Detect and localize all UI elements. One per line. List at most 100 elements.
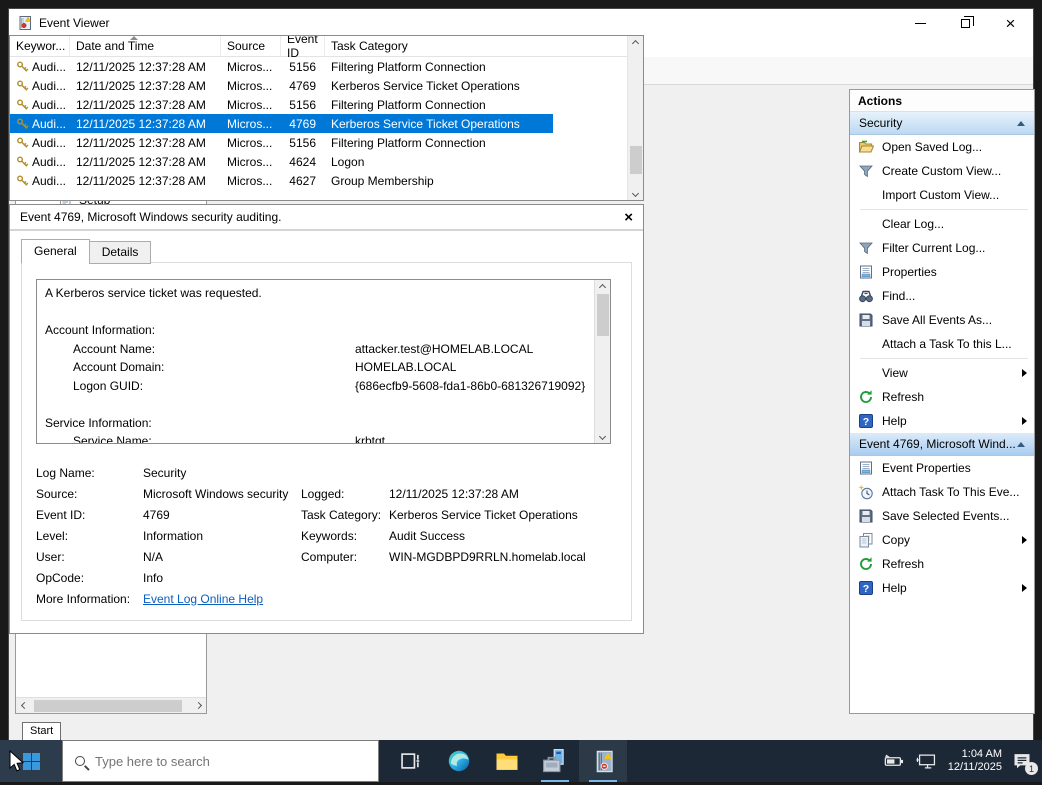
event-viewer-icon xyxy=(591,749,616,774)
column-header-date[interactable]: Date and Time xyxy=(70,36,221,56)
event-description-box[interactable]: A Kerberos service ticket was requested.… xyxy=(36,279,611,444)
action-clear-log[interactable]: Clear Log... xyxy=(850,212,1034,236)
minimize-button[interactable] xyxy=(898,9,943,37)
action-help[interactable]: Help xyxy=(850,409,1034,433)
action-help-event[interactable]: Help xyxy=(850,576,1034,600)
search-input[interactable] xyxy=(95,753,335,769)
event-row-selected[interactable]: Audi... 12/11/2025 12:37:28 AM Micros...… xyxy=(10,114,553,133)
action-create-custom-view[interactable]: Create Custom View... xyxy=(850,159,1034,183)
server-manager-button[interactable] xyxy=(531,740,579,782)
scroll-down-arrow[interactable] xyxy=(628,186,644,200)
section-header-label: Event 4769, Microsoft Wind... xyxy=(859,437,1016,451)
column-header-source[interactable]: Source xyxy=(221,36,281,56)
titlebar[interactable]: Event Viewer × xyxy=(9,9,1033,37)
action-view[interactable]: View xyxy=(850,361,1034,385)
task-clock-icon xyxy=(858,484,874,500)
scroll-right-arrow[interactable] xyxy=(190,699,206,713)
action-attach-task-to-log[interactable]: Attach a Task To this L... xyxy=(850,332,1034,356)
event-row[interactable]: Audi... 12/11/2025 12:37:28 AM Micros...… xyxy=(10,152,553,171)
task-view-icon xyxy=(400,750,422,772)
sort-ascending-icon xyxy=(130,36,138,40)
event-row[interactable]: Audi... 12/11/2025 12:37:28 AM Micros...… xyxy=(10,133,553,152)
action-copy[interactable]: Copy xyxy=(850,528,1034,552)
tab-details[interactable]: Details xyxy=(88,241,152,264)
system-tray: 1:04 AM 12/11/2025 1 xyxy=(884,740,1042,782)
description-intro: A Kerberos service ticket was requested. xyxy=(45,286,262,300)
restore-button[interactable] xyxy=(943,9,988,37)
minimize-icon xyxy=(915,22,926,24)
action-attach-task-to-event[interactable]: Attach Task To This Eve... xyxy=(850,480,1034,504)
field-label: Task Category: xyxy=(301,507,382,522)
submenu-arrow-icon xyxy=(1022,536,1027,544)
close-icon: × xyxy=(1005,13,1016,33)
event-row[interactable]: Audi... 12/11/2025 12:37:28 AM Micros...… xyxy=(10,171,553,190)
action-properties[interactable]: Properties xyxy=(850,260,1034,284)
scroll-up-arrow[interactable] xyxy=(595,280,611,294)
preview-title: Event 4769, Microsoft Windows security a… xyxy=(20,210,282,224)
action-refresh[interactable]: Refresh xyxy=(850,385,1034,409)
description-row: Logon GUID: {686ecfb9-5608-fda1-86b0-6813… xyxy=(73,378,586,393)
field-value: Information xyxy=(143,528,204,543)
event-row[interactable]: Audi... 12/11/2025 12:37:28 AM Micros...… xyxy=(10,57,553,76)
event-row[interactable]: Audi... 12/11/2025 12:37:28 AM Micros...… xyxy=(10,95,553,114)
field-label: Logged: xyxy=(301,486,345,501)
notification-badge: 1 xyxy=(1025,762,1038,775)
events-vertical-scrollbar[interactable] xyxy=(627,36,643,200)
action-find[interactable]: Find... xyxy=(850,284,1034,308)
collapse-icon[interactable] xyxy=(1017,120,1025,126)
account-information-header: Account Information: xyxy=(45,323,156,337)
action-save-selected-events[interactable]: Save Selected Events... xyxy=(850,504,1034,528)
close-button[interactable]: × xyxy=(988,9,1033,37)
notification-center-button[interactable]: 1 xyxy=(1012,751,1038,775)
server-manager-icon xyxy=(542,748,568,774)
section-header-label: Security xyxy=(859,116,903,130)
actions-title: Actions xyxy=(850,90,1034,112)
general-tab-page: A Kerberos service ticket was requested.… xyxy=(21,262,632,621)
action-filter-current-log[interactable]: Filter Current Log... xyxy=(850,236,1034,260)
description-scrollbar[interactable] xyxy=(594,280,610,443)
scroll-down-arrow[interactable] xyxy=(595,429,611,443)
action-event-properties[interactable]: Event Properties xyxy=(850,456,1034,480)
taskbar-clock[interactable]: 1:04 AM 12/11/2025 xyxy=(948,748,1002,774)
copy-icon xyxy=(858,532,874,548)
scroll-left-arrow[interactable] xyxy=(16,699,32,713)
column-header-event-id[interactable]: Event ID xyxy=(281,36,325,60)
network-icon[interactable] xyxy=(916,753,938,770)
column-header-keywords[interactable]: Keywor... xyxy=(10,36,70,56)
key-icon xyxy=(16,98,29,111)
actions-section-security[interactable]: Security xyxy=(850,112,1034,135)
close-preview-icon[interactable]: × xyxy=(624,210,633,225)
action-import-custom-view[interactable]: Import Custom View... xyxy=(850,183,1034,207)
scrollbar-thumb[interactable] xyxy=(34,699,182,712)
search-icon xyxy=(75,756,85,766)
column-header-task-category[interactable]: Task Category xyxy=(325,36,643,56)
action-open-saved-log[interactable]: Open Saved Log... xyxy=(850,135,1034,159)
refresh-icon xyxy=(858,389,874,405)
action-save-all-events-as[interactable]: Save All Events As... xyxy=(850,308,1034,332)
battery-icon[interactable] xyxy=(884,754,906,769)
taskbar-search[interactable] xyxy=(62,740,379,782)
edge-button[interactable] xyxy=(435,740,483,782)
field-value: Info xyxy=(143,570,164,585)
event-viewer-taskbar-button[interactable] xyxy=(579,740,627,782)
field-value: N/A xyxy=(143,549,164,564)
tree-horizontal-scrollbar[interactable] xyxy=(16,697,206,713)
scroll-up-arrow[interactable] xyxy=(628,36,644,50)
event-log-online-help-link[interactable]: Event Log Online Help xyxy=(143,592,263,606)
events-list: Keywor... Date and Time Source Event ID … xyxy=(9,35,644,201)
event-fields: Log Name: Security Source: Microsoft Win… xyxy=(36,462,617,609)
mouse-cursor xyxy=(9,750,25,772)
actions-section-event[interactable]: Event 4769, Microsoft Wind... xyxy=(850,433,1034,456)
separator xyxy=(860,209,1028,210)
action-refresh-event[interactable]: Refresh xyxy=(850,552,1034,576)
task-view-button[interactable] xyxy=(387,740,435,782)
file-explorer-button[interactable] xyxy=(483,740,531,782)
event-row[interactable]: Audi... 12/11/2025 12:37:28 AM Micros...… xyxy=(10,76,553,95)
collapse-icon[interactable] xyxy=(1017,441,1025,447)
scrollbar-thumb[interactable] xyxy=(596,294,609,336)
event-viewer-window: Event Viewer × File Action View Help xyxy=(8,8,1035,741)
key-icon xyxy=(16,117,29,130)
scrollbar-thumb[interactable] xyxy=(629,146,642,174)
tab-general[interactable]: General xyxy=(21,239,90,264)
tray-date: 12/11/2025 xyxy=(947,761,1002,773)
